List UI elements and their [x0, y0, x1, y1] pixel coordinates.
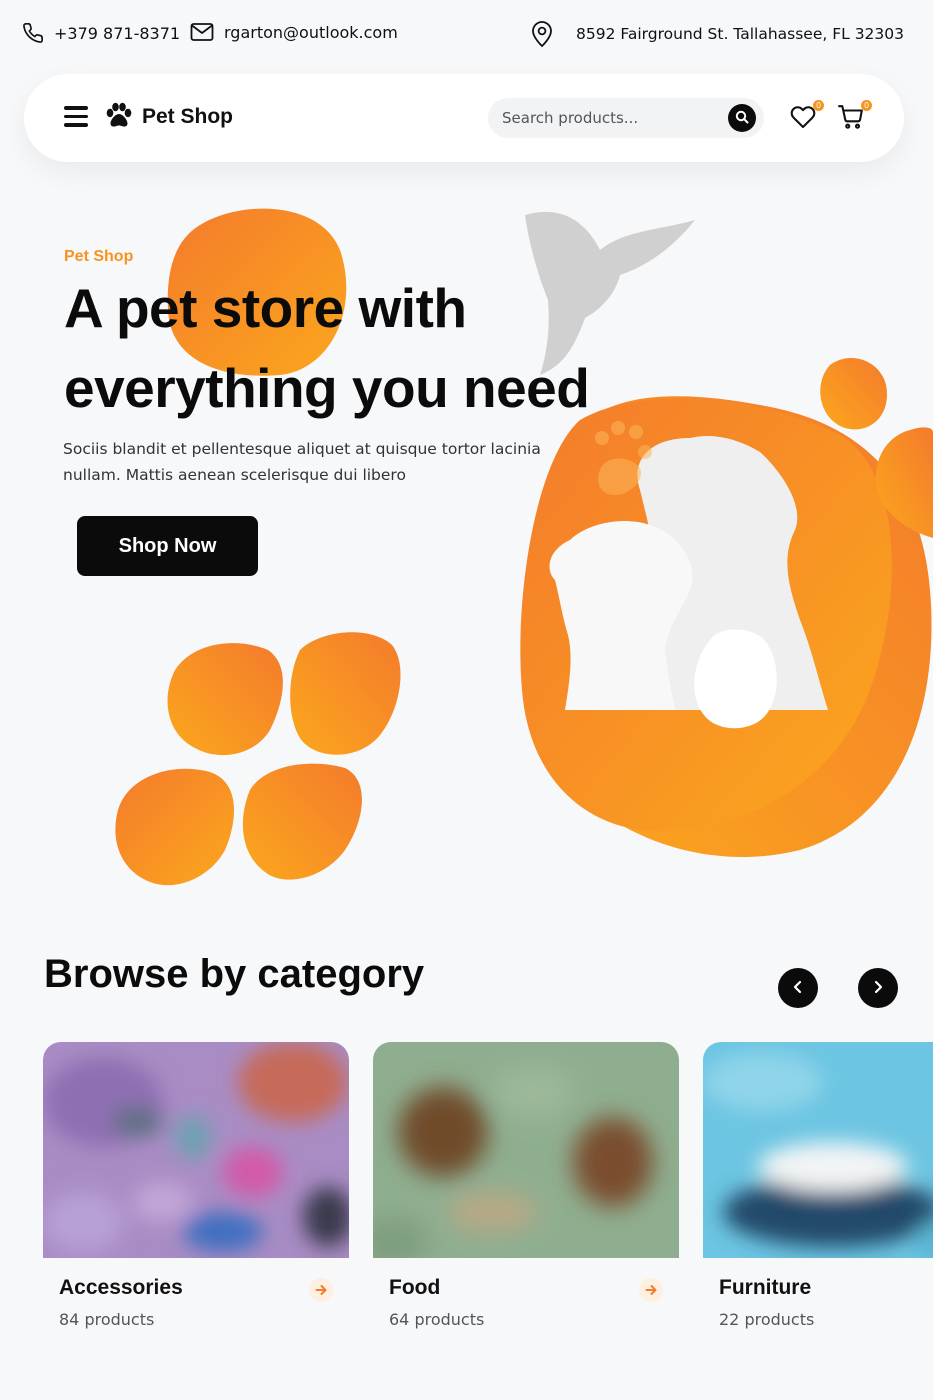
arrow-right-icon[interactable] — [309, 1278, 333, 1302]
email-contact[interactable]: rgarton@outlook.com — [190, 22, 398, 42]
category-carousel: Accessories 84 products Food 64 products — [43, 1042, 933, 1352]
category-image-accessories — [43, 1042, 349, 1258]
paw-blob-3 — [115, 768, 235, 886]
category-count: 84 products — [59, 1310, 155, 1329]
phone-number: +379 871-8371 — [54, 23, 181, 43]
location-pin-icon — [530, 20, 554, 48]
chevron-right-icon — [871, 980, 885, 997]
hero-description: Sociis blandit et pellentesque aliquet a… — [63, 440, 541, 484]
mail-icon — [190, 22, 214, 42]
email-address: rgarton@outlook.com — [224, 22, 398, 42]
category-name: Food — [389, 1276, 441, 1299]
category-image-food — [373, 1042, 679, 1258]
address-text: 8592 Fairground St. Tallahassee, FL 3230… — [576, 25, 905, 43]
paw-blob-1 — [167, 643, 283, 756]
carousel-next-button[interactable] — [858, 968, 898, 1008]
menu-icon[interactable] — [64, 106, 88, 130]
hero-title: A pet store with everything you need — [64, 277, 590, 419]
logo-text: Pet Shop — [142, 105, 234, 128]
search-bar — [488, 98, 764, 138]
category-section-title: Browse by category — [44, 952, 425, 996]
hero-eyebrow: Pet Shop — [64, 248, 134, 265]
arrow-right-icon[interactable] — [639, 1278, 663, 1302]
paw-blob-4 — [242, 763, 362, 880]
cart-icon — [838, 105, 864, 134]
wishlist-count-badge: 0 — [813, 100, 824, 111]
category-image-furniture — [703, 1042, 933, 1258]
carousel-prev-button[interactable] — [778, 968, 818, 1008]
chevron-left-icon — [791, 980, 805, 997]
category-card-food[interactable]: Food 64 products — [373, 1042, 679, 1352]
paw-logo-icon — [104, 102, 134, 132]
category-name: Accessories — [59, 1276, 183, 1299]
logo[interactable]: Pet Shop — [104, 102, 233, 132]
wishlist-button[interactable]: 0 — [790, 100, 824, 134]
heart-icon — [790, 106, 816, 134]
category-card-furniture[interactable]: Furniture 22 products — [703, 1042, 933, 1352]
category-name: Furniture — [719, 1276, 812, 1299]
main-header: Pet Shop 0 0 — [24, 74, 904, 162]
category-card-accessories[interactable]: Accessories 84 products — [43, 1042, 349, 1352]
cart-count-badge: 0 — [861, 100, 872, 111]
cart-button[interactable]: 0 — [838, 100, 872, 134]
address-contact[interactable]: 8592 Fairground St. Tallahassee, FL 3230… — [530, 20, 904, 48]
paw-blob-2 — [290, 632, 401, 755]
search-input[interactable] — [502, 98, 717, 138]
search-button[interactable] — [728, 104, 756, 132]
category-count: 64 products — [389, 1310, 485, 1329]
search-icon — [735, 109, 749, 128]
phone-icon — [22, 22, 44, 44]
category-count: 22 products — [719, 1310, 815, 1329]
contact-bar: +379 871-8371 rgarton@outlook.com 8592 F… — [0, 0, 933, 72]
shop-now-button[interactable]: Shop Now — [77, 516, 258, 576]
phone-contact[interactable]: +379 871-8371 — [22, 22, 180, 44]
